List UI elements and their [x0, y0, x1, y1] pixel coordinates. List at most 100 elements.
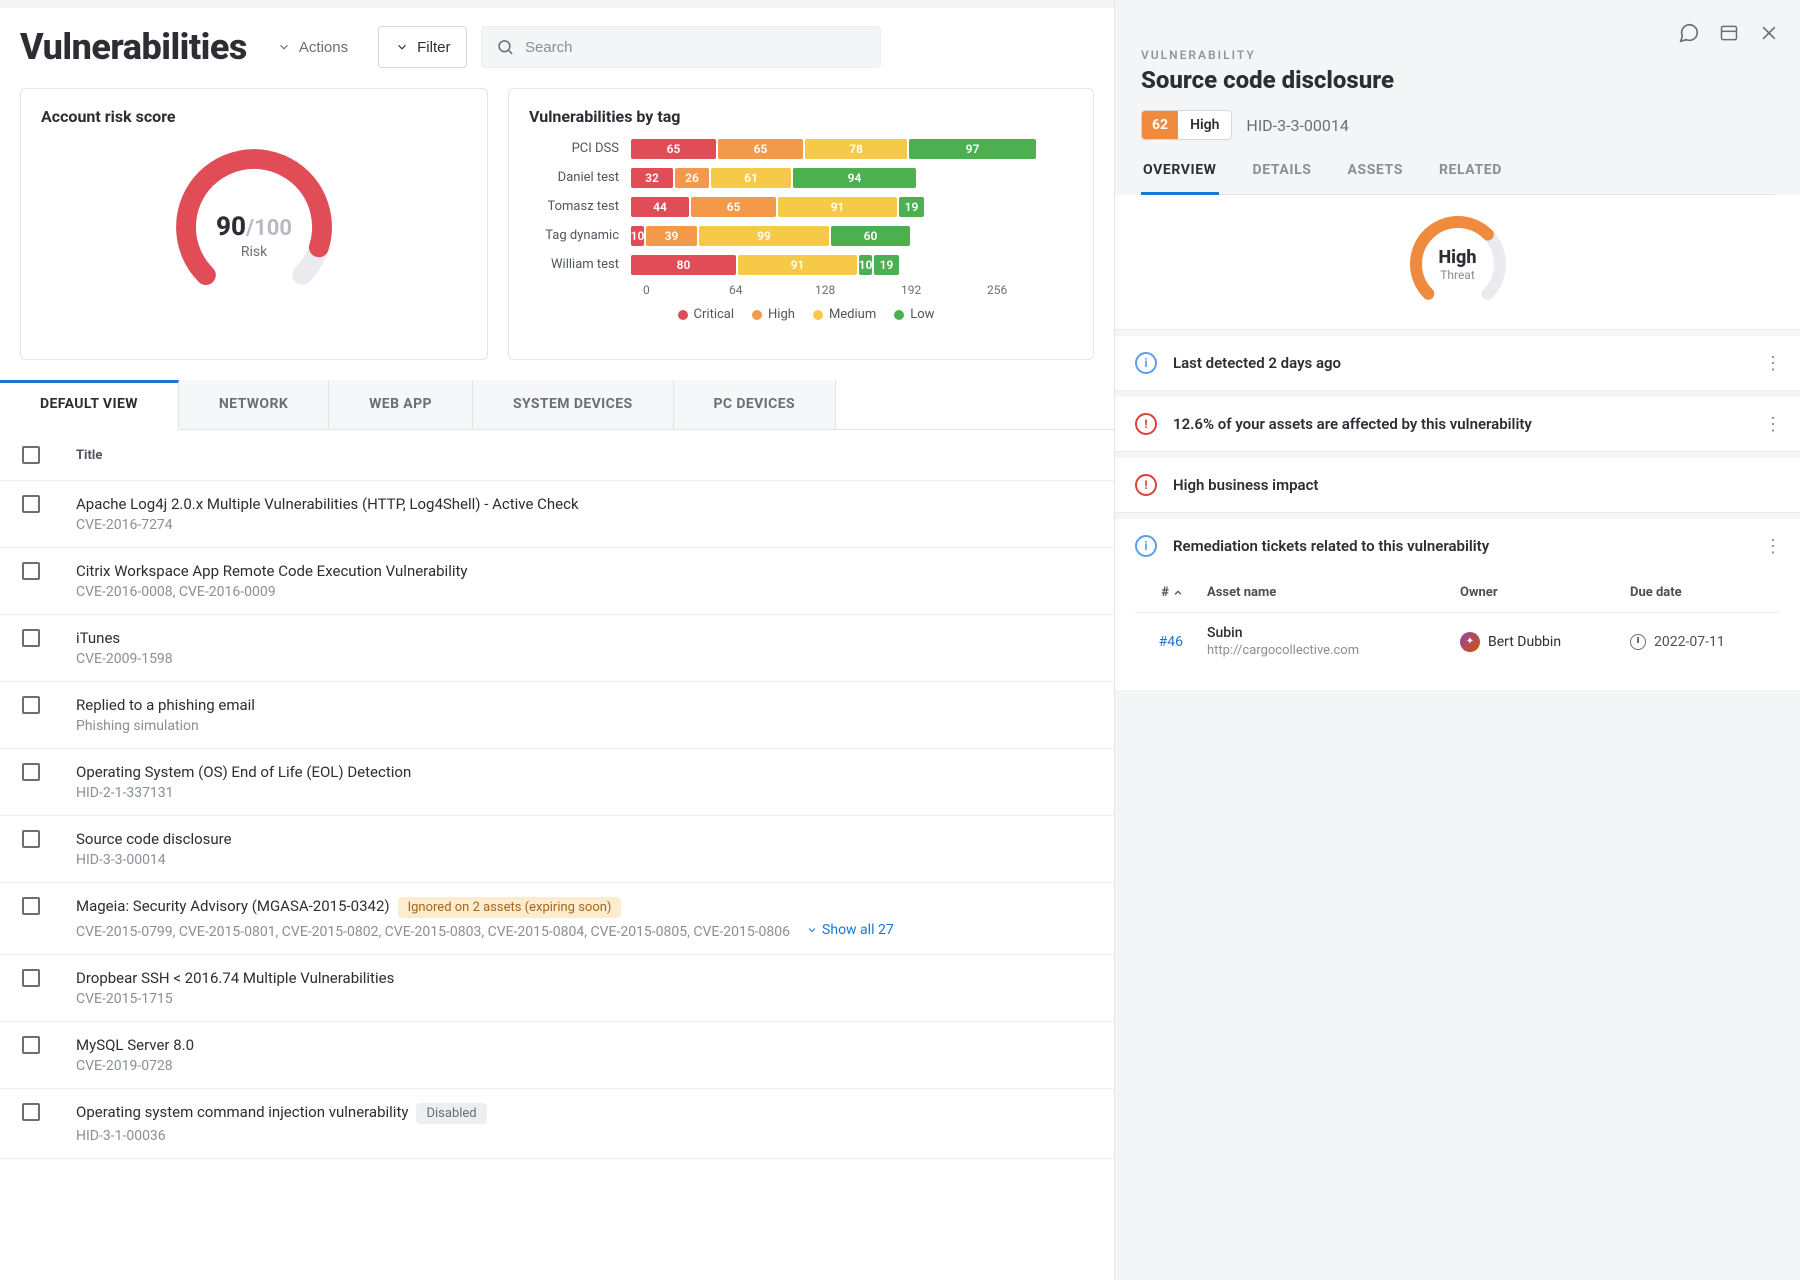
- vuln-title: Dropbear SSH < 2016.74 Multiple Vulnerab…: [76, 969, 394, 987]
- severity-label: High: [1178, 111, 1231, 139]
- table-row[interactable]: Operating system command injection vulne…: [0, 1089, 1114, 1159]
- axis-tick: 64: [729, 283, 815, 297]
- chart-row-label: Tomasz test: [539, 199, 631, 214]
- risk-gauge-wrap: 90/100 Risk: [41, 134, 467, 312]
- more-icon[interactable]: ⋮: [1764, 353, 1780, 374]
- row-checkbox[interactable]: [22, 763, 40, 781]
- vuln-title: Apache Log4j 2.0.x Multiple Vulnerabilit…: [76, 495, 579, 513]
- table-row[interactable]: MySQL Server 8.0CVE-2019-0728: [0, 1022, 1114, 1089]
- alert-icon: !: [1135, 413, 1157, 435]
- table-row[interactable]: Replied to a phishing emailPhishing simu…: [0, 682, 1114, 749]
- chart-legend: Critical High Medium Low: [539, 307, 1073, 322]
- tab-network[interactable]: NETWORK: [179, 380, 329, 429]
- chart-seg-critical: 10: [631, 226, 644, 246]
- search-field[interactable]: [481, 26, 881, 68]
- row-checkbox[interactable]: [22, 629, 40, 647]
- more-icon[interactable]: ⋮: [1764, 536, 1780, 557]
- table-row[interactable]: iTunesCVE-2009-1598: [0, 615, 1114, 682]
- vuln-subtitle: CVE-2009-1598: [76, 651, 1092, 667]
- row-content: Dropbear SSH < 2016.74 Multiple Vulnerab…: [76, 969, 1092, 1007]
- close-icon[interactable]: [1758, 22, 1780, 44]
- vuln-subtitle: CVE-2019-0728: [76, 1058, 1092, 1074]
- filter-button[interactable]: Filter: [378, 26, 467, 68]
- chart-seg-medium: 91: [778, 197, 897, 217]
- threat-gauge-block: High Threat: [1115, 195, 1800, 330]
- chart-seg-critical: 44: [631, 197, 689, 217]
- vuln-title: Operating System (OS) End of Life (EOL) …: [76, 763, 411, 781]
- risk-score: 90: [216, 212, 246, 242]
- tickets-table: # Asset name Owner Due date #46 Subin ht…: [1115, 573, 1800, 690]
- ticket-asset-name: Subin: [1207, 625, 1460, 641]
- actions-label: Actions: [299, 39, 348, 56]
- tickets-col-due[interactable]: Due date: [1630, 585, 1780, 600]
- tags-card: Vulnerabilities by tag PCI DSS 65 65 78 …: [508, 88, 1094, 360]
- comments-icon[interactable]: [1678, 22, 1700, 44]
- chart-row: PCI DSS 65 65 78 97: [539, 134, 1073, 163]
- clock-icon: [1630, 634, 1646, 650]
- chevron-down-icon: [806, 924, 818, 936]
- info-text: 12.6% of your assets are affected by thi…: [1173, 415, 1748, 433]
- tickets-col-asset[interactable]: Asset name: [1195, 585, 1460, 600]
- chart-row-label: Tag dynamic: [539, 228, 631, 243]
- column-title[interactable]: Title: [76, 448, 102, 463]
- tab-default-view[interactable]: DEFAULT VIEW: [0, 380, 179, 430]
- panel-tab-assets[interactable]: ASSETS: [1345, 162, 1404, 194]
- row-checkbox[interactable]: [22, 696, 40, 714]
- chevron-down-icon: [277, 40, 291, 54]
- chevron-down-icon: [395, 40, 409, 54]
- panel-tab-details[interactable]: DETAILS: [1251, 162, 1314, 194]
- tickets-col-owner[interactable]: Owner: [1460, 585, 1630, 600]
- ticket-row[interactable]: #46 Subin http://cargocollective.com ✦ B…: [1135, 613, 1780, 670]
- tags-chart: PCI DSS 65 65 78 97 Daniel test 32 26: [539, 134, 1073, 322]
- row-checkbox[interactable]: [22, 830, 40, 848]
- avatar: ✦: [1460, 632, 1480, 652]
- layout-icon[interactable]: [1718, 22, 1740, 44]
- info-text: Remediation tickets related to this vuln…: [1173, 537, 1748, 555]
- status-pill: Ignored on 2 assets (expiring soon): [398, 897, 622, 918]
- panel-eyebrow: VULNERABILITY: [1141, 48, 1774, 62]
- chart-seg-medium: 61: [711, 168, 791, 188]
- row-content: MySQL Server 8.0CVE-2019-0728: [76, 1036, 1092, 1074]
- more-icon[interactable]: ⋮: [1764, 414, 1780, 435]
- panel-tabs: OVERVIEW DETAILS ASSETS RELATED: [1141, 162, 1774, 195]
- severity-row: 62 High HID-3-3-00014: [1141, 110, 1774, 140]
- row-checkbox[interactable]: [22, 1103, 40, 1121]
- table-row[interactable]: Source code disclosureHID-3-3-00014: [0, 816, 1114, 883]
- table-row[interactable]: Citrix Workspace App Remote Code Executi…: [0, 548, 1114, 615]
- table-row[interactable]: Operating System (OS) End of Life (EOL) …: [0, 749, 1114, 816]
- search-input[interactable]: [525, 39, 867, 56]
- info-last-detected: i Last detected 2 days ago ⋮: [1115, 336, 1800, 391]
- vuln-title: Source code disclosure: [76, 830, 232, 848]
- actions-button[interactable]: Actions: [261, 26, 364, 68]
- legend-critical: Critical: [678, 307, 734, 322]
- row-checkbox[interactable]: [22, 1036, 40, 1054]
- row-checkbox[interactable]: [22, 495, 40, 513]
- chart-row: William test 80 91 10 19: [539, 250, 1073, 279]
- ticket-id[interactable]: #46: [1135, 634, 1195, 650]
- info-assets-affected: ! 12.6% of your assets are affected by t…: [1115, 397, 1800, 452]
- table-row[interactable]: Apache Log4j 2.0.x Multiple Vulnerabilit…: [0, 481, 1114, 548]
- chart-row: Tomasz test 44 65 91 19: [539, 192, 1073, 221]
- row-checkbox[interactable]: [22, 562, 40, 580]
- view-tabs: DEFAULT VIEW NETWORK WEB APP SYSTEM DEVI…: [0, 380, 1114, 430]
- chart-seg-high: 65: [691, 197, 776, 217]
- tickets-col-num[interactable]: #: [1135, 585, 1195, 600]
- row-checkbox[interactable]: [22, 897, 40, 915]
- tab-web-app[interactable]: WEB APP: [329, 380, 473, 429]
- tab-system-devices[interactable]: SYSTEM DEVICES: [473, 380, 674, 429]
- table-row[interactable]: Mageia: Security Advisory (MGASA-2015-03…: [0, 883, 1114, 955]
- vuln-subtitle: Phishing simulation: [76, 718, 1092, 734]
- show-all-link[interactable]: Show all 27: [806, 922, 894, 938]
- main-area: Vulnerabilities Actions Filter Account r…: [0, 0, 1114, 1280]
- tab-pc-devices[interactable]: PC DEVICES: [674, 380, 837, 429]
- row-content: Apache Log4j 2.0.x Multiple Vulnerabilit…: [76, 495, 1092, 533]
- chart-row: Daniel test 32 26 61 94: [539, 163, 1073, 192]
- chart-seg-low: 94: [793, 168, 916, 188]
- row-checkbox[interactable]: [22, 969, 40, 987]
- panel-tab-overview[interactable]: OVERVIEW: [1141, 162, 1219, 195]
- select-all-checkbox[interactable]: [22, 446, 40, 464]
- info-text: High business impact: [1173, 476, 1780, 494]
- table-row[interactable]: Dropbear SSH < 2016.74 Multiple Vulnerab…: [0, 955, 1114, 1022]
- panel-title: Source code disclosure: [1141, 66, 1774, 94]
- panel-tab-related[interactable]: RELATED: [1437, 162, 1504, 194]
